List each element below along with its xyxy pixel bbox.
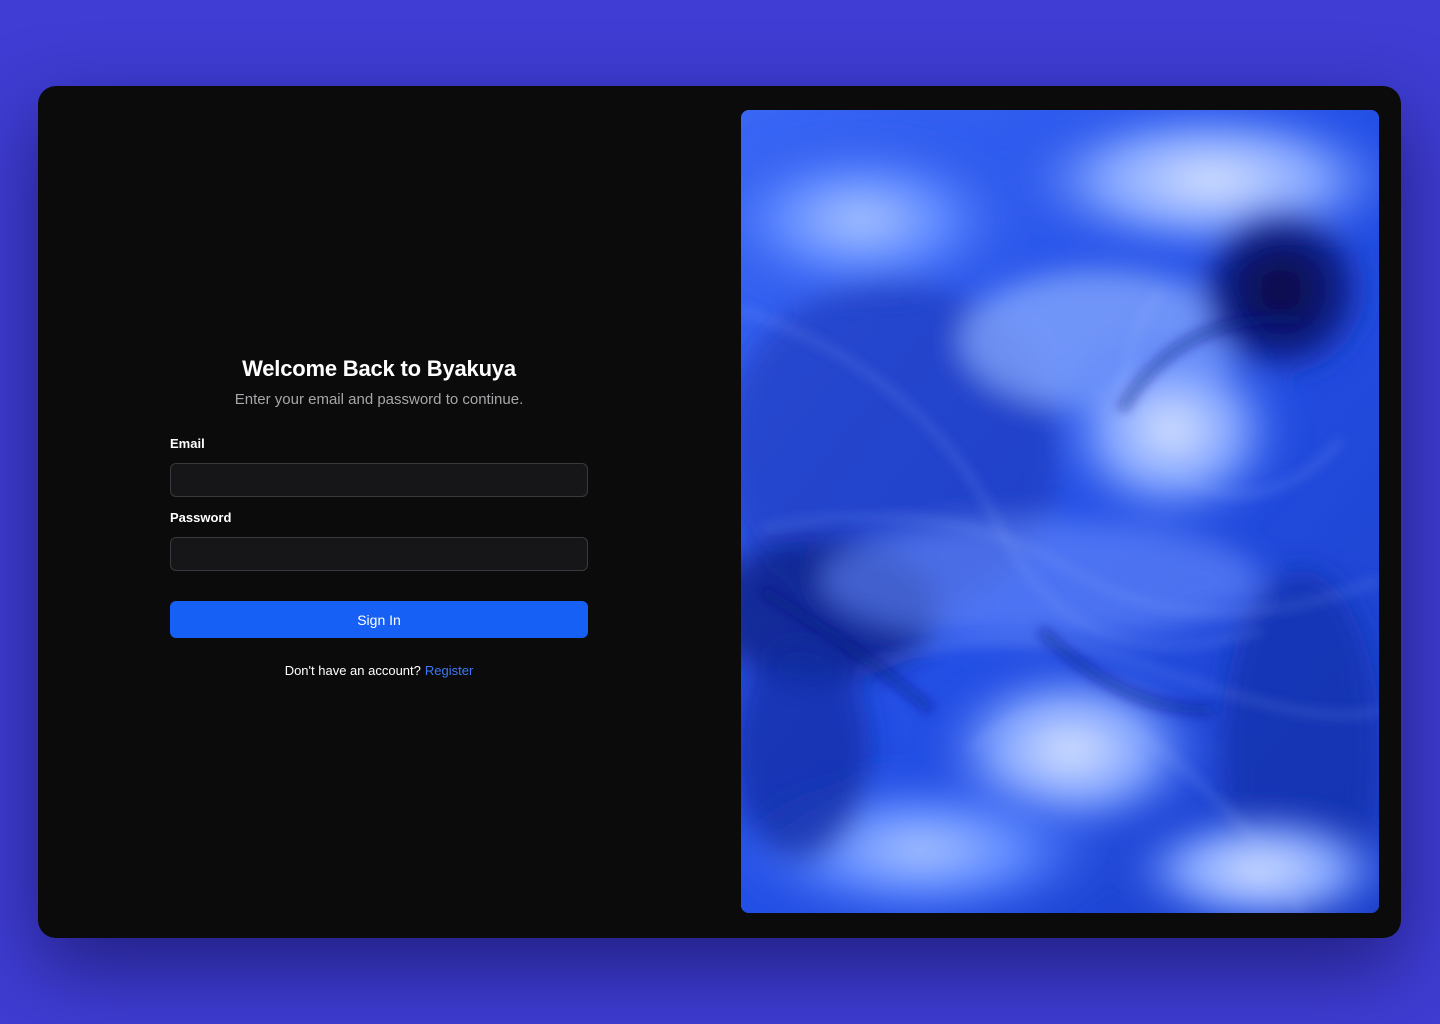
password-field[interactable] (170, 537, 588, 571)
email-field[interactable] (170, 463, 588, 497)
register-link[interactable]: Register (425, 663, 473, 678)
email-label: Email (170, 436, 205, 451)
register-prompt: Don't have an account? (284, 663, 421, 678)
sign-in-button[interactable]: Sign In (170, 601, 588, 638)
artwork-image (741, 110, 1379, 913)
page-title: Welcome Back to Byakuya (242, 356, 516, 381)
register-line: Don't have an account? Register (170, 662, 588, 680)
login-form: Welcome Back to Byakuya Enter your email… (170, 354, 588, 680)
abstract-swirl-artwork (741, 110, 1379, 913)
page-subtitle: Enter your email and password to continu… (234, 391, 524, 408)
password-label: Password (170, 510, 232, 525)
login-window: Welcome Back to Byakuya Enter your email… (38, 86, 1401, 938)
